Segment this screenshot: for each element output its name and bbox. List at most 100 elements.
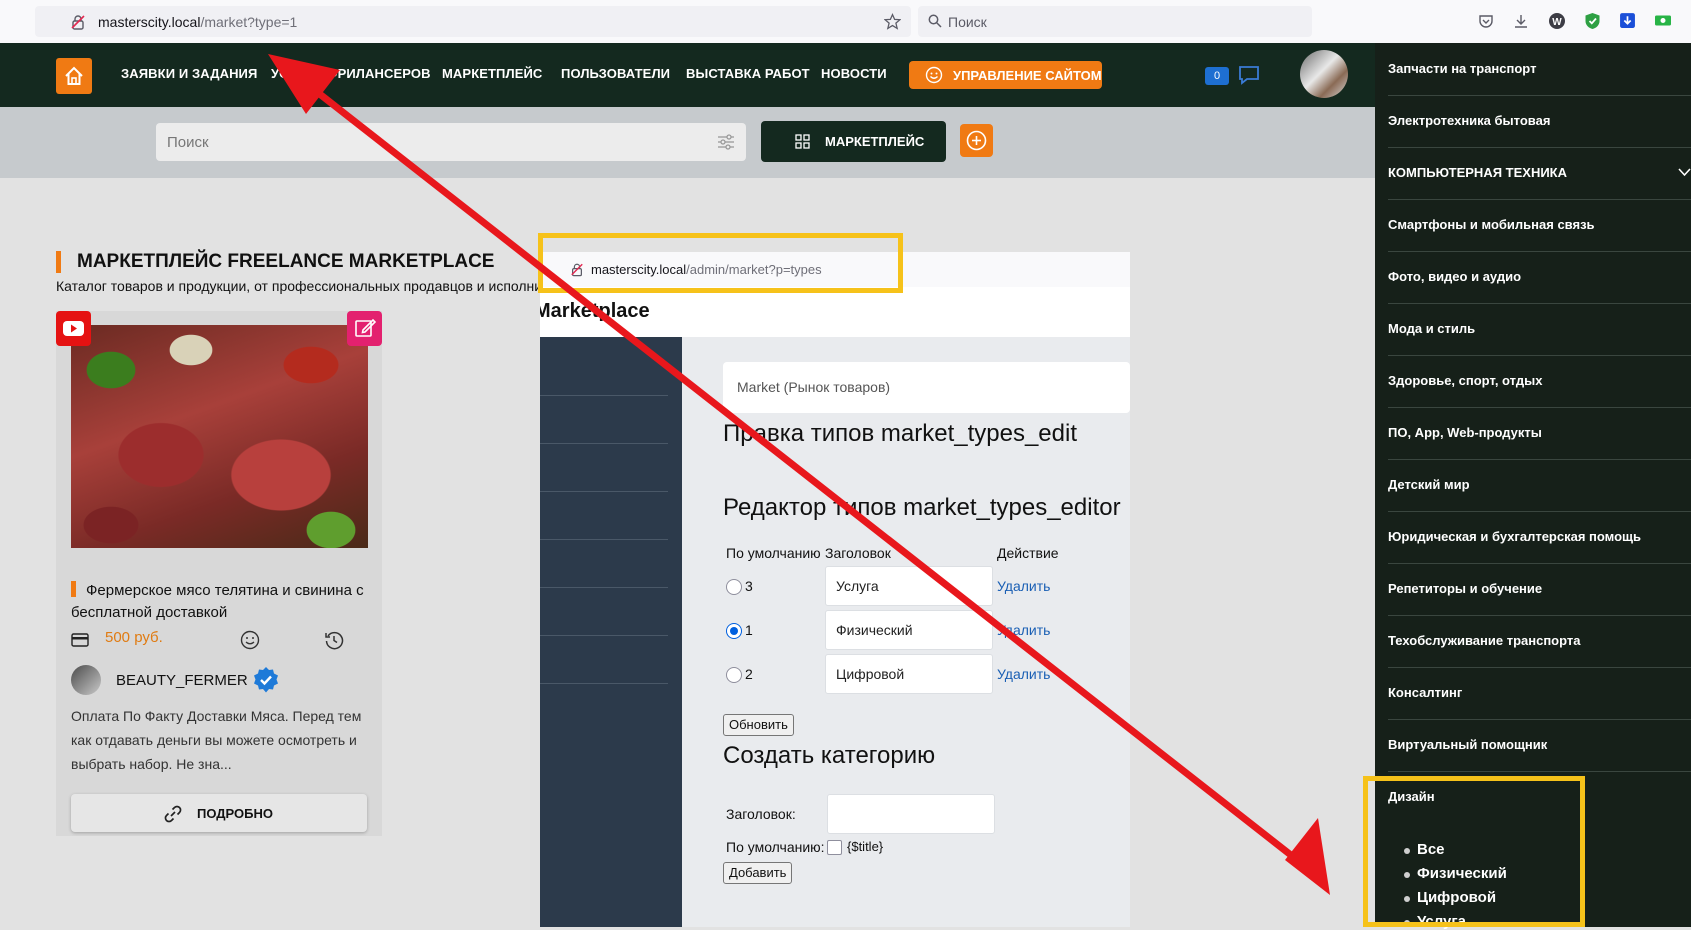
downloads-icon[interactable] [1513, 13, 1529, 32]
update-button[interactable]: Обновить [723, 714, 794, 736]
chat-icon[interactable] [1238, 64, 1260, 91]
bookmark-star-icon[interactable] [883, 13, 902, 33]
filter-sliders-icon[interactable] [717, 134, 735, 150]
chevron-down-icon [1678, 168, 1691, 177]
url-text: masterscity.local/market?type=1 [98, 14, 298, 30]
smile-icon[interactable] [240, 630, 260, 650]
category-item[interactable]: Запчасти на транспорт [1388, 43, 1691, 96]
page-subtitle: Каталог товаров и продукции, от професси… [56, 278, 580, 294]
category-item[interactable]: Электротехника бытовая [1388, 95, 1691, 148]
add-category-button[interactable]: Добавить [723, 862, 793, 884]
site-search-input[interactable]: Поиск [156, 123, 746, 161]
category-item[interactable]: Техобслуживание транспорта [1388, 615, 1691, 668]
col-action-header: Действие [997, 545, 1059, 561]
type-title-input[interactable]: Цифровой [825, 654, 993, 694]
category-item[interactable]: КОМПЬЮТЕРНАЯ ТЕХНИКА [1388, 147, 1691, 200]
admin-screenshot-overlay: masterscity.local/admin/market?p=types M… [540, 252, 1130, 927]
type-title-input[interactable]: Физический [825, 610, 993, 650]
messages-count-badge: 0 [1205, 67, 1229, 85]
seller-name[interactable]: BEAUTY_FERMER [116, 672, 248, 689]
home-button[interactable] [56, 58, 92, 94]
site-management-button[interactable]: УПРАВЛЕНИЕ САЙТОМ [909, 61, 1102, 89]
category-item[interactable]: Мода и стиль [1388, 303, 1691, 356]
product-image[interactable] [71, 325, 368, 548]
pocket-icon[interactable] [1478, 13, 1494, 32]
search-icon [928, 14, 942, 31]
delete-link[interactable]: Удалить [997, 622, 1050, 638]
youtube-icon [63, 321, 84, 336]
home-icon [65, 66, 83, 85]
admin-sidebar [540, 337, 682, 927]
default-radio[interactable] [726, 579, 742, 595]
admin-heading-editor: Редактор типов market_types_editor [723, 494, 1121, 521]
site-management-label: УПРАВЛЕНИЕ САЙТОМ [953, 68, 1102, 83]
nav-item-requests[interactable]: ЗАЯВКИ И ЗАДАНИЯ [121, 66, 257, 81]
link-icon [164, 805, 182, 823]
nav-item-users[interactable]: ПОЛЬЗОВАТЕЛИ [561, 66, 670, 81]
browser-search-placeholder: Поиск [948, 14, 987, 30]
admin-heading-edit: Правка типов market_types_edit [723, 420, 1077, 447]
category-item[interactable]: Консалтинг [1388, 667, 1691, 720]
nav-item-marketplace[interactable]: МАРКЕТПЛЕЙС [442, 66, 542, 81]
grid-icon [795, 134, 810, 149]
admin-breadcrumb: Market (Рынок товаров) [723, 362, 1130, 413]
details-button-label: ПОДРОБНО [197, 806, 274, 821]
user-avatar[interactable] [1300, 50, 1348, 98]
new-category-title-input[interactable] [827, 794, 995, 834]
url-bar[interactable]: masterscity.local/market?type=1 [35, 6, 911, 37]
insecure-lock-icon [70, 14, 86, 33]
col-title-header: Заголовок [825, 545, 891, 561]
product-price: 500 руб. [105, 629, 163, 646]
default-field-label: По умолчанию: [726, 839, 825, 855]
extension-w-icon[interactable]: W [1548, 12, 1566, 33]
breadcrumb-text[interactable]: Market (Рынок товаров) [737, 379, 890, 395]
default-radio[interactable] [726, 667, 742, 683]
type-title-input[interactable]: Услуга [825, 566, 993, 606]
delete-link[interactable]: Удалить [997, 578, 1050, 594]
youtube-button[interactable] [56, 311, 91, 346]
category-item[interactable]: ПО, App, Web-продукты [1388, 407, 1691, 460]
category-item[interactable]: Виртуальный помощник [1388, 719, 1691, 772]
title-placeholder-token: {$title} [847, 839, 884, 854]
extension-download-icon[interactable] [1619, 12, 1636, 32]
create-category-heading: Создать категорию [723, 742, 936, 769]
product-title[interactable]: Фермерское мясо телятина и свинина с бес… [71, 580, 371, 624]
type-id: 2 [745, 666, 753, 682]
details-button[interactable]: ПОДРОБНО [71, 794, 367, 832]
product-card: Фермерское мясо телятина и свинина с бес… [56, 311, 382, 836]
svg-text:W: W [1552, 17, 1562, 28]
default-checkbox[interactable] [827, 840, 842, 855]
default-radio[interactable] [726, 623, 742, 639]
history-icon[interactable] [324, 630, 344, 650]
verified-badge-icon [254, 667, 278, 693]
credit-card-icon [71, 633, 89, 647]
nav-item-portfolio[interactable]: ВЫСТАВКА РАБОТ [686, 66, 810, 81]
smile-icon [925, 66, 943, 84]
category-item[interactable]: Смартфоны и мобильная связь [1388, 199, 1691, 252]
nav-item-news[interactable]: НОВОСТИ [821, 66, 887, 81]
search-strip: Поиск МАРКЕТПЛЕЙС [0, 107, 1375, 178]
category-item[interactable]: Фото, видео и аудио [1388, 251, 1691, 304]
adblock-shield-icon[interactable] [1584, 12, 1601, 33]
url-highlight-box [538, 233, 903, 293]
browser-search-bar[interactable]: Поиск [918, 6, 1312, 37]
category-item[interactable]: Детский мир [1388, 459, 1691, 512]
marketplace-button[interactable]: МАРКЕТПЛЕЙС [761, 121, 946, 162]
admin-brand: Marketplace [540, 300, 650, 322]
type-id: 3 [745, 578, 753, 594]
category-item[interactable]: Юридическая и бухгалтерская помощь [1388, 511, 1691, 564]
category-item[interactable]: Репетиторы и обучение [1388, 563, 1691, 616]
seller-avatar[interactable] [71, 665, 101, 695]
extension-money-icon[interactable] [1654, 12, 1672, 32]
plus-circle-icon [966, 130, 987, 151]
edit-icon [355, 318, 377, 337]
delete-link[interactable]: Удалить [997, 666, 1050, 682]
add-button[interactable] [960, 124, 993, 157]
category-item[interactable]: Здоровье, спорт, отдых [1388, 355, 1691, 408]
marketplace-button-label: МАРКЕТПЛЕЙС [825, 134, 925, 149]
site-search-placeholder: Поиск [167, 134, 209, 151]
edit-button[interactable] [347, 311, 382, 346]
admin-topbar: Marketplace [540, 287, 1130, 337]
type-id: 1 [745, 622, 753, 638]
nav-item-freelance-services[interactable]: УСЛУГИ ФРИЛАНСЕРОВ [271, 66, 431, 81]
